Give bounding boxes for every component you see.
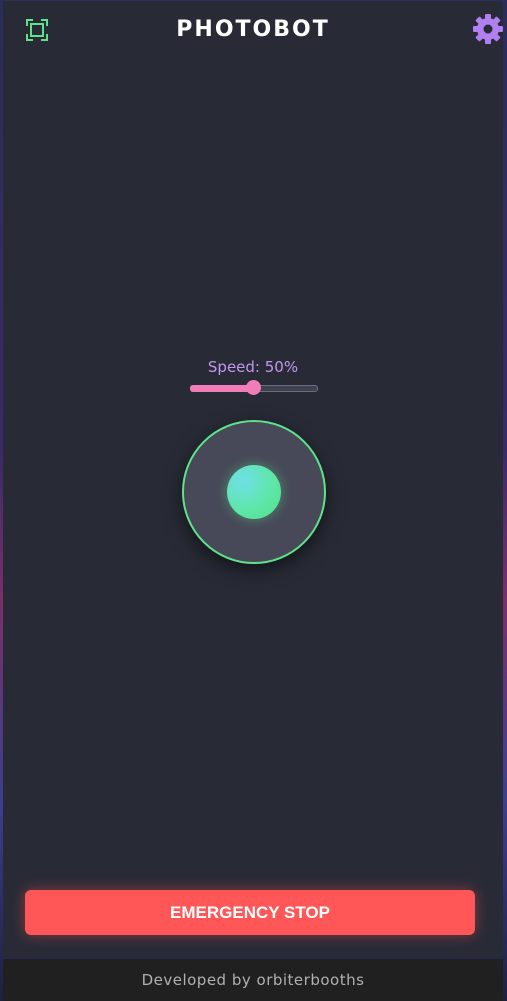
gear-icon [473, 14, 503, 44]
app-title: PHOTOBOT [176, 17, 330, 42]
joystick-base[interactable] [182, 420, 326, 564]
slider-thumb[interactable] [246, 380, 261, 395]
joystick-knob[interactable] [227, 465, 281, 519]
settings-button[interactable] [472, 13, 504, 45]
control-panel: PHOTOBOT Speed: 50% [3, 1, 503, 958]
speed-label: Speed: 50% [207, 358, 299, 376]
app-window: PHOTOBOT Speed: 50% EMERGENCY STOP Devel… [0, 0, 507, 1001]
slider-fill [190, 385, 253, 392]
header: PHOTOBOT [3, 1, 503, 61]
speed-slider[interactable] [190, 380, 318, 396]
emergency-stop-button[interactable]: EMERGENCY STOP [25, 890, 475, 935]
footer-credit: Developed by orbiterbooths [3, 959, 503, 1001]
